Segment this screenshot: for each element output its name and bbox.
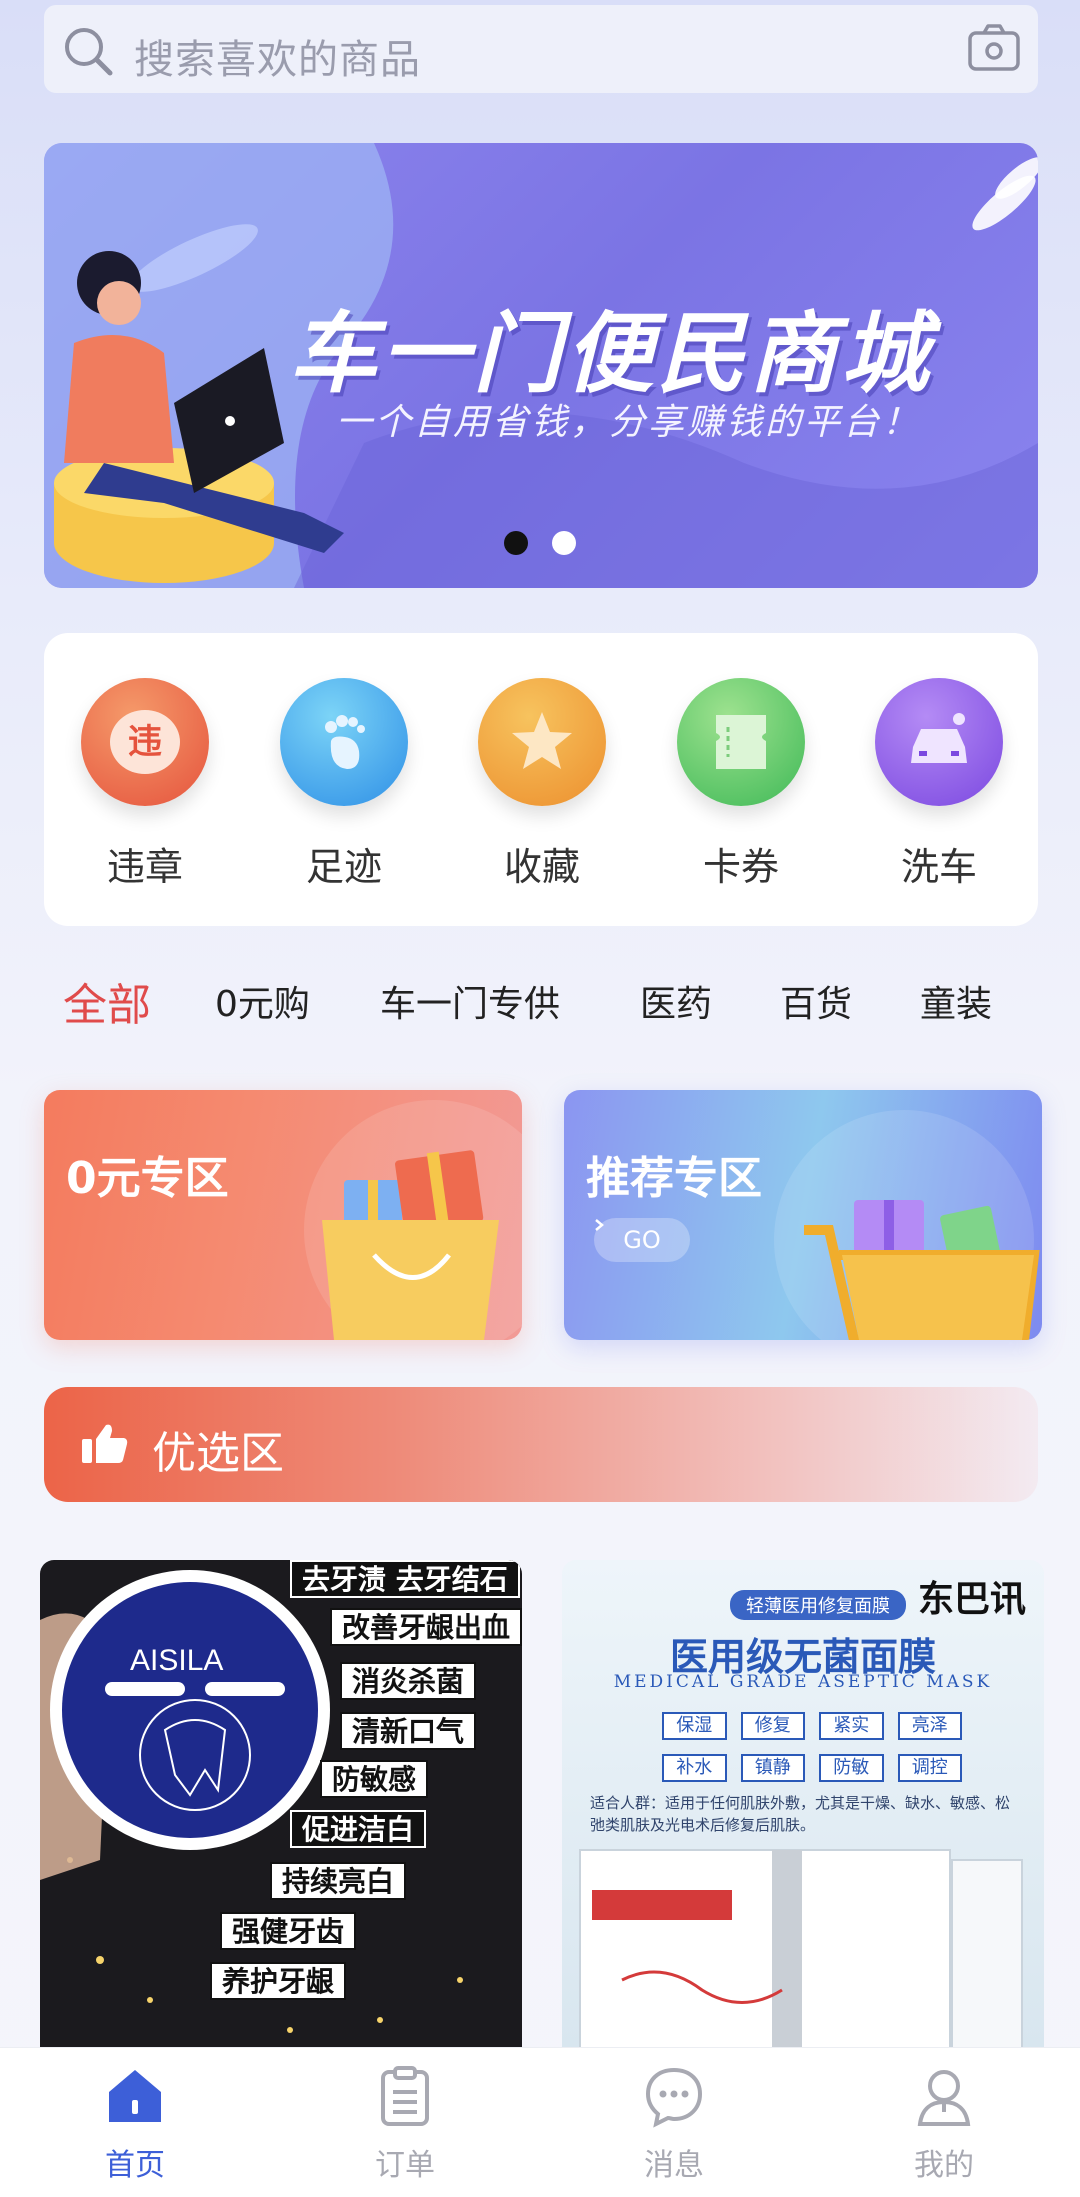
tab-medicine[interactable]: 医药	[640, 975, 712, 1027]
quick-item-coupons[interactable]: 卡券	[676, 678, 806, 891]
quick-item-label: 收藏	[503, 845, 580, 889]
product-tag: 养护牙龈	[210, 1962, 347, 2000]
promo-zero-yuan[interactable]: 0元专区	[44, 1090, 522, 1340]
ticket-icon	[677, 678, 805, 806]
search-input[interactable]: 搜索喜欢的商品	[134, 27, 421, 85]
product-tag: 改善牙龈出血	[330, 1608, 522, 1646]
product-tag: 去牙渍 去牙结石	[290, 1560, 520, 1598]
quick-item-label: 卡券	[702, 845, 779, 889]
quick-item-footprint[interactable]: 足迹	[279, 678, 409, 891]
chevron-right-icon	[595, 1219, 604, 1231]
quick-item-favorites[interactable]: 收藏	[477, 678, 607, 891]
footprint-icon	[280, 678, 408, 806]
preferred-label: 优选区	[152, 1428, 284, 1479]
feature-tag: 补水	[662, 1754, 727, 1782]
promo-recommended[interactable]: 推荐专区 GO	[564, 1090, 1042, 1340]
nav-orders[interactable]: 订单	[345, 2064, 465, 2184]
profile-icon	[917, 2070, 971, 2126]
nav-home[interactable]: 首页	[75, 2064, 195, 2184]
product-features: 保湿 修复 紧实 亮泽 补水 镇静 防敏 调控	[662, 1712, 962, 1782]
banner-subtitle: 一个自用省钱，分享赚钱的平台！	[336, 402, 922, 443]
search-icon	[65, 28, 113, 76]
banner-dot-1[interactable]	[504, 531, 528, 555]
feature-tag: 亮泽	[897, 1712, 962, 1740]
tab-zero-yuan[interactable]: 0元购	[215, 975, 310, 1027]
go-label: GO	[623, 1226, 661, 1254]
product-brand: 东巴讯	[917, 1579, 1026, 1620]
car-wash-icon	[875, 678, 1003, 806]
product-tag: 清新口气	[340, 1712, 477, 1750]
tab-kids-clothing[interactable]: 童装	[920, 975, 992, 1027]
tab-all[interactable]: 全部	[63, 969, 151, 1033]
nav-label: 订单	[375, 2148, 435, 2183]
product-card-face-mask[interactable]: 东巴讯 轻薄医用修复面膜 医用级无菌面膜 MEDICAL GRADE ASEPT…	[562, 1560, 1044, 2050]
product-tag: 持续亮白	[270, 1862, 407, 1900]
orders-icon	[381, 2066, 429, 2126]
home-icon	[109, 2070, 161, 2122]
product-description: 适合人群：适用于任何肌肤外敷，尤其是干燥、缺水、敏感、松弛类肌肤及光电术后修复后…	[590, 1794, 1011, 1834]
promo-left-title: 0元专区	[66, 1153, 229, 1204]
banner-dot-2[interactable]	[552, 531, 576, 555]
quick-item-label: 洗车	[900, 845, 977, 889]
nav-profile[interactable]: 我的	[884, 2064, 1004, 2184]
quick-item-car-wash[interactable]: 洗车	[874, 678, 1004, 891]
promo-right-title: 推荐专区	[586, 1153, 762, 1204]
thumbs-up-icon	[82, 1424, 128, 1463]
product-tag: 防敏感	[320, 1760, 429, 1798]
product-tag: 消炎杀菌	[340, 1662, 477, 1700]
feature-tag: 防敏	[819, 1754, 884, 1782]
svg-text:AISILA: AISILA	[130, 1644, 223, 1677]
quick-item-violation[interactable]: 违 违章	[80, 678, 210, 891]
nav-label: 我的	[914, 2148, 974, 2183]
violation-icon: 违	[81, 678, 209, 806]
feature-tag: 调控	[897, 1754, 962, 1782]
tab-exclusive[interactable]: 车一门专供	[380, 975, 560, 1027]
nav-label: 首页	[105, 2148, 165, 2183]
quick-actions-card: 违 违章 足迹 收藏 卡券 洗车	[44, 633, 1038, 926]
banner-title: 车一门便民商城	[289, 302, 934, 405]
go-button[interactable]: GO	[594, 1218, 690, 1262]
feature-tag: 修复	[740, 1712, 805, 1740]
nav-messages[interactable]: 消息	[614, 2064, 734, 2184]
product-pill: 轻薄医用修复面膜	[730, 1590, 906, 1620]
product-card-toothpaste[interactable]: AISILA 去牙渍 去牙结石 改善牙龈出血 消炎杀菌 清新口气 防敏感 促进洁…	[40, 1560, 522, 2050]
quick-item-label: 足迹	[305, 845, 382, 889]
quick-item-label: 违章	[106, 845, 183, 889]
message-icon	[645, 2067, 703, 2128]
search-bar[interactable]: 搜索喜欢的商品	[44, 5, 1038, 93]
nav-label: 消息	[644, 2148, 704, 2183]
product-subtitle: MEDICAL GRADE ASEPTIC MASK	[613, 1672, 993, 1692]
gift-bag-illustration	[304, 1100, 522, 1340]
banner-pagination	[504, 531, 576, 555]
feature-tag: 保湿	[662, 1712, 727, 1740]
camera-icon[interactable]	[964, 19, 1024, 79]
product-tag: 促进洁白	[290, 1810, 427, 1848]
tab-general-goods[interactable]: 百货	[780, 975, 852, 1027]
category-tabs: 全部 0元购 车一门专供 医药 百货 童装	[0, 975, 1080, 1035]
star-icon	[478, 678, 606, 806]
product-tag: 强健牙齿	[220, 1912, 357, 1950]
preferred-section-header[interactable]: 优选区	[44, 1387, 1038, 1502]
cart-illustration	[774, 1110, 1040, 1340]
promo-banner[interactable]: 车一门便民商城 一个自用省钱，分享赚钱的平台！	[44, 143, 1038, 588]
feature-tag: 紧实	[819, 1712, 884, 1740]
bottom-navigation: 首页 订单 消息 我的	[0, 2047, 1080, 2197]
feature-tag: 镇静	[740, 1754, 805, 1782]
